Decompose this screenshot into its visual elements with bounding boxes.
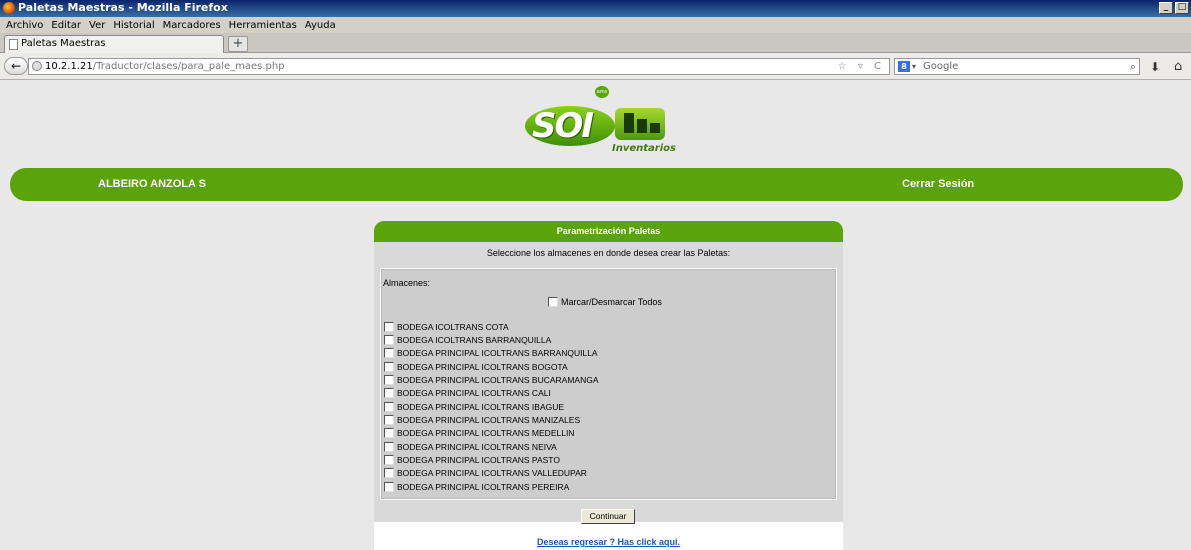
checkbox[interactable] (384, 415, 394, 426)
url-path: /Traductor/clases/para_pale_maes.php (92, 61, 285, 72)
menu-archivo[interactable]: Archivo (6, 20, 43, 31)
download-icon[interactable]: ⬇ (1150, 60, 1160, 74)
warehouse-checkbox-item[interactable]: BODEGA PRINCIPAL ICOLTRANS MEDELLIN (384, 427, 599, 440)
logo-text: SOI (532, 106, 594, 146)
search-icon[interactable]: ⌕ (1130, 59, 1136, 74)
warehouse-label: BODEGA PRINCIPAL ICOLTRANS PASTO (397, 455, 560, 466)
warehouse-label: BODEGA PRINCIPAL ICOLTRANS BARRANQUILLA (397, 348, 598, 359)
google-icon[interactable]: 8 (898, 61, 910, 72)
menu-ayuda[interactable]: Ayuda (305, 20, 336, 31)
warehouse-label: BODEGA PRINCIPAL ICOLTRANS BUCARAMANGA (397, 375, 599, 386)
warehouse-checkbox-item[interactable]: BODEGA PRINCIPAL ICOLTRANS IBAGUE (384, 400, 599, 413)
logo-box (650, 123, 660, 133)
back-button[interactable]: ← (4, 57, 28, 75)
menu-bar: Archivo Editar Ver Historial Marcadores … (0, 17, 1191, 33)
warehouse-checkbox-item[interactable]: BODEGA PRINCIPAL ICOLTRANS BUCARAMANGA (384, 373, 599, 386)
logo-box (624, 113, 634, 133)
warehouse-checkbox-item[interactable]: BODEGA PRINCIPAL ICOLTRANS PASTO (384, 453, 599, 466)
logo-badge: ams (595, 86, 609, 98)
checkbox[interactable] (384, 468, 394, 479)
user-name: ALBEIRO ANZOLA S (98, 178, 206, 190)
warehouse-label: BODEGA PRINCIPAL ICOLTRANS PEREIRA (397, 481, 570, 492)
warehouse-label: BODEGA ICOLTRANS COTA (397, 321, 509, 332)
back-link[interactable]: Deseas regresar ? Has click aqui. (374, 537, 843, 547)
warehouse-label: BODEGA PRINCIPAL ICOLTRANS VALLEDUPAR (397, 468, 587, 479)
checkbox[interactable] (384, 321, 394, 332)
new-tab-button[interactable]: + (228, 36, 248, 52)
warehouse-label: BODEGA PRINCIPAL ICOLTRANS BOGOTA (397, 361, 568, 372)
parametrization-panel: Parametrización Paletas Seleccione los a… (374, 221, 843, 550)
instructions-text: Seleccione los almacenes en donde desea … (486, 248, 731, 258)
checkbox[interactable] (548, 297, 558, 307)
toggle-all-label: Marcar/Desmarcar Todos (561, 297, 662, 307)
checkbox[interactable] (384, 375, 394, 386)
warehouse-list: BODEGA ICOLTRANS COTA BODEGA ICOLTRANS BA… (384, 320, 599, 493)
warehouse-box: Almacenes: Marcar/Desmarcar Todos BODEGA… (380, 268, 837, 500)
menu-marcadores[interactable]: Marcadores (163, 20, 221, 31)
warehouse-label: BODEGA ICOLTRANS BARRANQUILLA (397, 335, 552, 346)
menu-historial[interactable]: Historial (113, 20, 154, 31)
tab-strip: Paletas Maestras + (0, 33, 1191, 53)
logo-box (637, 119, 647, 133)
bookmark-star-icon[interactable]: ☆ ▿ C (838, 59, 885, 74)
warehouse-label: BODEGA PRINCIPAL ICOLTRANS MEDELLIN (397, 428, 575, 439)
firefox-icon (3, 2, 15, 14)
continue-button[interactable]: Continuar (581, 509, 635, 524)
navigation-bar: ← 10.2.1.21/Traductor/clases/para_pale_m… (0, 53, 1191, 80)
warehouse-checkbox-item[interactable]: BODEGA ICOLTRANS BARRANQUILLA (384, 333, 599, 346)
globe-icon (32, 61, 42, 71)
menu-editar[interactable]: Editar (51, 20, 81, 31)
panel-title: Parametrización Paletas (374, 221, 843, 242)
window-title-bar: Paletas Maestras - Mozilla Firefox _ □ (0, 0, 1191, 17)
almacenes-label: Almacenes: (383, 278, 431, 288)
menu-ver[interactable]: Ver (89, 20, 105, 31)
checkbox[interactable] (384, 428, 394, 439)
checkbox[interactable] (384, 388, 394, 399)
url-host: 10.2.1.21 (45, 61, 93, 72)
warehouse-checkbox-item[interactable]: BODEGA PRINCIPAL ICOLTRANS BARRANQUILLA (384, 347, 599, 360)
warehouse-label: BODEGA PRINCIPAL ICOLTRANS NEIVA (397, 441, 557, 452)
warehouse-checkbox-item[interactable]: BODEGA ICOLTRANS COTA (384, 320, 599, 333)
checkbox[interactable] (384, 348, 394, 359)
logo-subtitle: Inventarios (612, 143, 676, 154)
logout-link[interactable]: Cerrar Sesión (902, 178, 974, 190)
window-title: Paletas Maestras - Mozilla Firefox (18, 1, 228, 14)
chevron-down-icon[interactable]: ▾ (912, 59, 916, 74)
checkbox[interactable] (384, 481, 394, 492)
panel-body: Seleccione los almacenes en donde desea … (374, 242, 843, 524)
search-input[interactable]: 8 ▾ Google ⌕ (894, 58, 1140, 75)
checkbox[interactable] (384, 441, 394, 452)
tab-paletas-maestras[interactable]: Paletas Maestras (4, 35, 224, 53)
warehouse-checkbox-item[interactable]: BODEGA PRINCIPAL ICOLTRANS CALI (384, 387, 599, 400)
window-controls: _ □ (1159, 2, 1189, 14)
checkbox[interactable] (384, 455, 394, 466)
header-bar: ALBEIRO ANZOLA S Cerrar Sesión (10, 168, 1183, 201)
soi-logo: SOI ams Inventarios (520, 86, 676, 158)
menu-herramientas[interactable]: Herramientas (229, 20, 297, 31)
warehouse-label: BODEGA PRINCIPAL ICOLTRANS CALI (397, 388, 551, 399)
search-placeholder: Google (923, 61, 959, 72)
checkbox[interactable] (384, 361, 394, 372)
page-content: SOI ams Inventarios ALBEIRO ANZOLA S Cer… (0, 81, 1191, 550)
warehouse-label: BODEGA PRINCIPAL ICOLTRANS IBAGUE (397, 401, 565, 412)
checkbox[interactable] (384, 401, 394, 412)
url-bar[interactable]: 10.2.1.21/Traductor/clases/para_pale_mae… (28, 58, 890, 75)
warehouse-checkbox-item[interactable]: BODEGA PRINCIPAL ICOLTRANS PEREIRA (384, 480, 599, 493)
checkbox[interactable] (384, 335, 394, 346)
warehouse-checkbox-item[interactable]: BODEGA PRINCIPAL ICOLTRANS NEIVA (384, 440, 599, 453)
warehouse-checkbox-item[interactable]: BODEGA PRINCIPAL ICOLTRANS MANIZALES (384, 413, 599, 426)
warehouse-label: BODEGA PRINCIPAL ICOLTRANS MANIZALES (397, 415, 581, 426)
warehouse-checkbox-item[interactable]: BODEGA PRINCIPAL ICOLTRANS VALLEDUPAR (384, 467, 599, 480)
page-icon (9, 39, 18, 50)
home-icon[interactable]: ⌂ (1174, 59, 1182, 74)
maximize-button[interactable]: □ (1175, 2, 1189, 14)
minimize-button[interactable]: _ (1159, 2, 1173, 14)
warehouse-checkbox-item[interactable]: BODEGA PRINCIPAL ICOLTRANS BOGOTA (384, 360, 599, 373)
toggle-all-checkbox[interactable]: Marcar/Desmarcar Todos (548, 297, 662, 307)
tab-label: Paletas Maestras (21, 38, 106, 49)
